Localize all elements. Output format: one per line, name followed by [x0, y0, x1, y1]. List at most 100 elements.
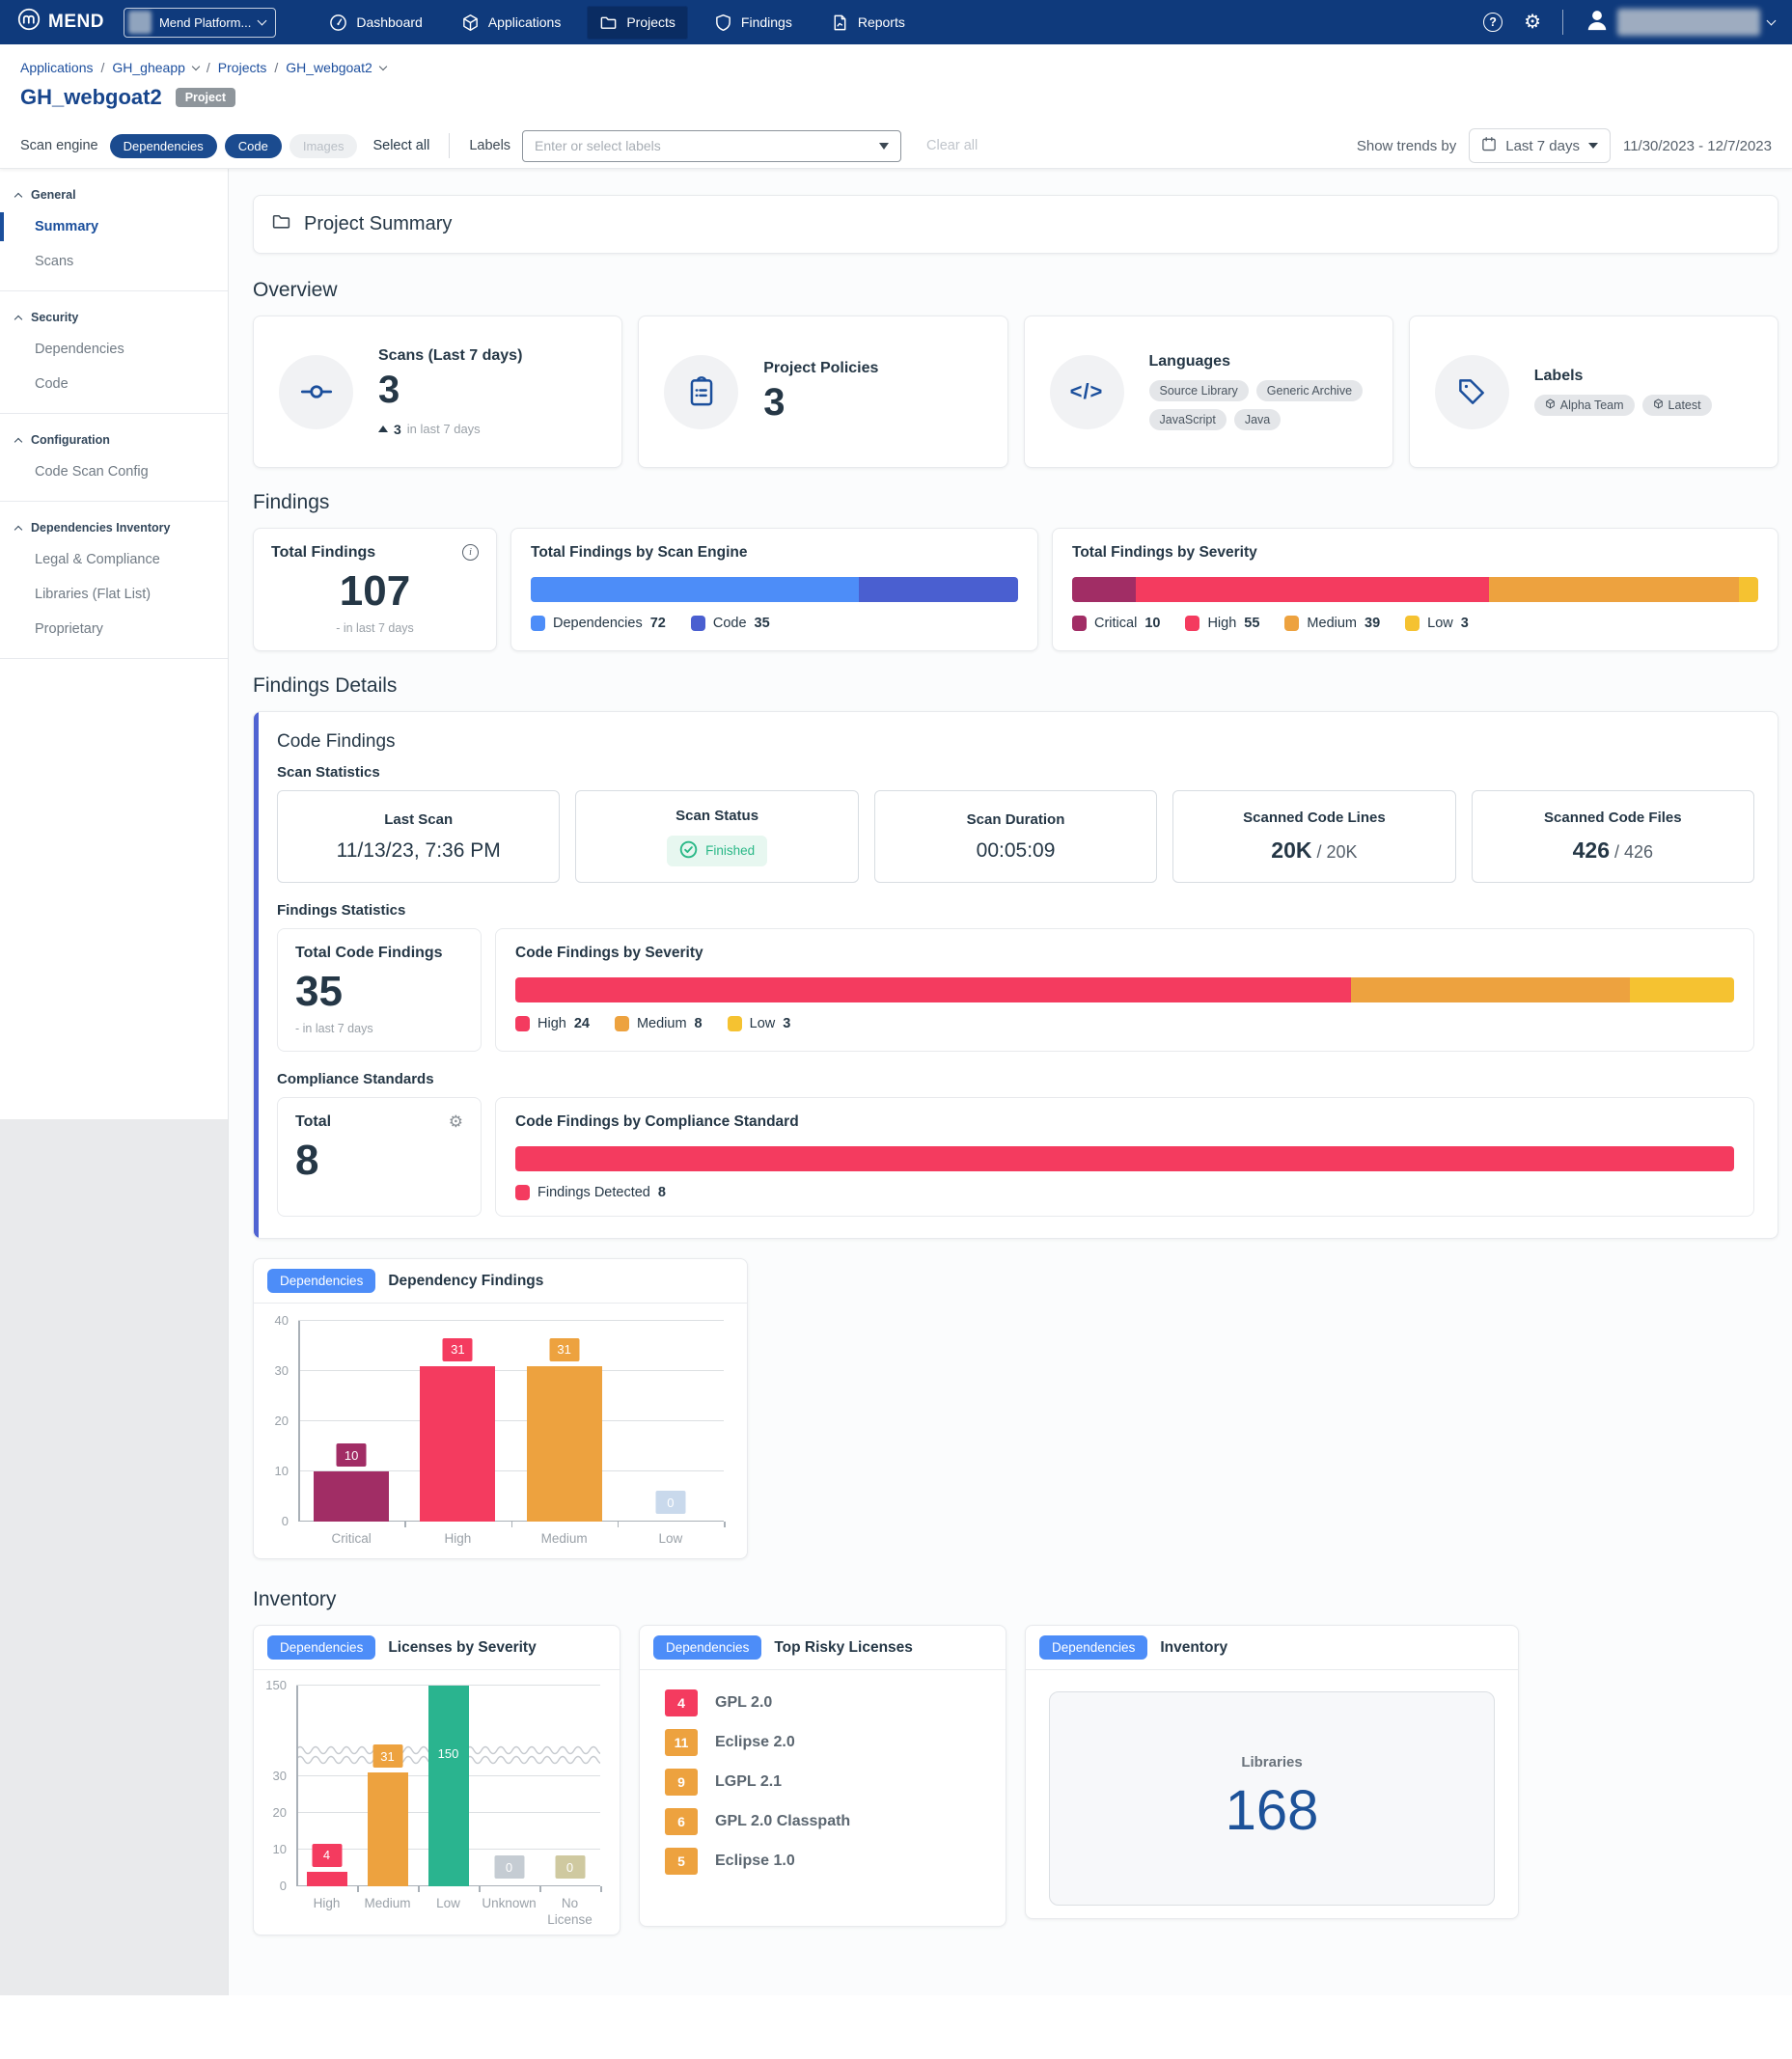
language-chip: Source Library: [1149, 380, 1249, 401]
scan-stat-value: 00:05:09: [977, 839, 1056, 863]
by-severity-bar: [1072, 577, 1758, 602]
trend-period-value: Last 7 days: [1505, 138, 1580, 154]
nav-item-projects[interactable]: Projects: [587, 6, 688, 40]
show-trends-by-label: Show trends by: [1357, 138, 1456, 154]
category-label: Low: [418, 1896, 479, 1912]
chevron-down-icon: [879, 143, 889, 150]
by-compliance-card: Code Findings by Compliance Standard Fin…: [495, 1097, 1754, 1217]
dependency-findings-card: Dependencies Dependency Findings 0102030…: [253, 1258, 748, 1559]
sidebar-section-header-general[interactable]: General: [0, 178, 228, 209]
bar-medium: [527, 1366, 602, 1522]
cube-icon: [1545, 398, 1556, 412]
x-tick-mark: [618, 1522, 620, 1527]
applications-icon: [461, 14, 480, 32]
sidebar-item-scans[interactable]: Scans: [0, 244, 228, 279]
legend-item-high: High55: [1185, 616, 1259, 631]
nav-right: ? ⚙: [1483, 8, 1775, 38]
labels-input-wrap[interactable]: [522, 130, 901, 162]
engine-pill-dependencies[interactable]: Dependencies: [110, 134, 217, 158]
sidebar-item-libraries-flat-list-[interactable]: Libraries (Flat List): [0, 577, 228, 612]
gear-icon[interactable]: ⚙: [449, 1113, 463, 1131]
breadcrumb-link-applications[interactable]: Applications: [20, 60, 94, 75]
help-icon[interactable]: ?: [1483, 13, 1503, 32]
filter-bar: Scan engine Dependencies Code Images Selec…: [0, 124, 1792, 169]
breadcrumb-link-gh_gheapp[interactable]: GH_gheapp: [112, 60, 185, 75]
nav-item-label: Reports: [858, 14, 905, 30]
breadcrumb-link-projects[interactable]: Projects: [218, 60, 267, 75]
sidebar-item-dependencies[interactable]: Dependencies: [0, 332, 228, 367]
sidebar-item-code-scan-config[interactable]: Code Scan Config: [0, 454, 228, 489]
breadcrumb-separator: /: [207, 60, 210, 75]
x-tick-mark: [539, 1886, 541, 1892]
dashboard-icon: [329, 14, 347, 32]
bar-segment-code: [859, 577, 1018, 602]
legend-item-low: Low3: [1405, 616, 1469, 631]
breadcrumb-link-gh_webgoat2[interactable]: GH_webgoat2: [286, 60, 372, 75]
total-findings-footnote: - in last 7 days: [271, 621, 479, 635]
y-tick-label: 20: [254, 1414, 289, 1428]
scan-stat-value: 20K / 20K: [1271, 837, 1357, 864]
sidebar-section: Dependencies InventoryLegal & Compliance…: [0, 502, 228, 659]
gear-icon[interactable]: ⚙: [1524, 13, 1541, 32]
legend-swatch: [1185, 616, 1199, 631]
licenses-by-severity-card: Dependencies Licenses by Severity 010203…: [253, 1625, 620, 1935]
chevron-down-icon[interactable]: [192, 62, 200, 69]
engine-pill-images: Images: [289, 134, 358, 158]
risky-license-count: 6: [665, 1808, 698, 1835]
sidebar-item-code[interactable]: Code: [0, 367, 228, 401]
category-label: High: [404, 1531, 510, 1548]
code-findings-card: Code Findings Scan Statistics Last Scan1…: [253, 711, 1778, 1239]
select-all-link[interactable]: Select all: [372, 138, 429, 153]
labels-input[interactable]: [535, 138, 879, 153]
nav-item-findings[interactable]: Findings: [702, 6, 805, 40]
sidebar-section-header-dependencies-inventory[interactable]: Dependencies Inventory: [0, 511, 228, 542]
by-compliance-bar: [515, 1146, 1734, 1171]
org-selector[interactable]: Mend Platform...: [124, 8, 276, 38]
by-severity-title: Total Findings by Severity: [1072, 544, 1758, 562]
scans-value: 3: [378, 369, 522, 412]
sidebar-item-summary[interactable]: Summary: [0, 209, 228, 244]
scan-stat-label: Scan Duration: [967, 811, 1065, 828]
policies-title: Project Policies: [763, 360, 878, 377]
engine-pill-code[interactable]: Code: [225, 134, 282, 158]
scan-stat-scanned-code-files: Scanned Code Files426 / 426: [1472, 790, 1754, 883]
findings-details-heading: Findings Details: [253, 674, 1778, 698]
by-severity-legend: Critical10High55Medium39Low3: [1072, 616, 1758, 631]
total-code-findings-card: Total Code Findings 35 - in last 7 days: [277, 928, 482, 1052]
risky-license-name: GPL 2.0 Classpath: [715, 1813, 850, 1830]
nav-item-dashboard[interactable]: Dashboard: [317, 6, 435, 40]
bar-segment-medium: [1351, 977, 1630, 1002]
bar-low: [428, 1686, 469, 1886]
scan-engine-label: Scan engine: [20, 138, 98, 153]
bar-critical: [314, 1471, 389, 1522]
language-chip: JavaScript: [1149, 409, 1227, 430]
sidebar-section-header-security[interactable]: Security: [0, 301, 228, 332]
label-chips: Alpha TeamLatest: [1534, 395, 1712, 416]
user-menu[interactable]: [1585, 8, 1775, 38]
nav-item-applications[interactable]: Applications: [449, 6, 574, 40]
clear-all-link[interactable]: Clear all: [926, 138, 978, 153]
page-header: Applications/GH_gheapp/Projects/GH_webgo…: [0, 44, 1792, 110]
sidebar-item-legal-compliance[interactable]: Legal & Compliance: [0, 542, 228, 577]
legend-item-code: Code35: [691, 616, 770, 631]
x-tick-mark: [404, 1522, 406, 1527]
risky-license-count: 9: [665, 1769, 698, 1796]
nav-item-reports[interactable]: Reports: [818, 6, 918, 40]
sidebar-section-header-configuration[interactable]: Configuration: [0, 424, 228, 454]
label-chip: Alpha Team: [1534, 395, 1635, 416]
inventory-summary-card: Dependencies Inventory Libraries 168: [1025, 1625, 1519, 1919]
language-chips: Source LibraryGeneric ArchiveJavaScriptJ…: [1149, 380, 1383, 430]
legend-count: 8: [658, 1185, 666, 1200]
legend-label: Critical: [1094, 616, 1137, 631]
check-circle-icon: [679, 840, 698, 862]
risky-license-name: Eclipse 1.0: [715, 1853, 795, 1870]
sidebar-item-proprietary[interactable]: Proprietary: [0, 612, 228, 646]
trend-period-select[interactable]: Last 7 days: [1469, 128, 1611, 163]
legend-label: Low: [1427, 616, 1453, 631]
trend-value: 3: [394, 422, 401, 437]
chevron-down-icon[interactable]: [379, 62, 387, 69]
bar-segment-high: [1136, 577, 1488, 602]
info-icon[interactable]: i: [462, 544, 479, 561]
bar-segment-medium: [1489, 577, 1739, 602]
y-tick-label: 30: [254, 1363, 289, 1378]
